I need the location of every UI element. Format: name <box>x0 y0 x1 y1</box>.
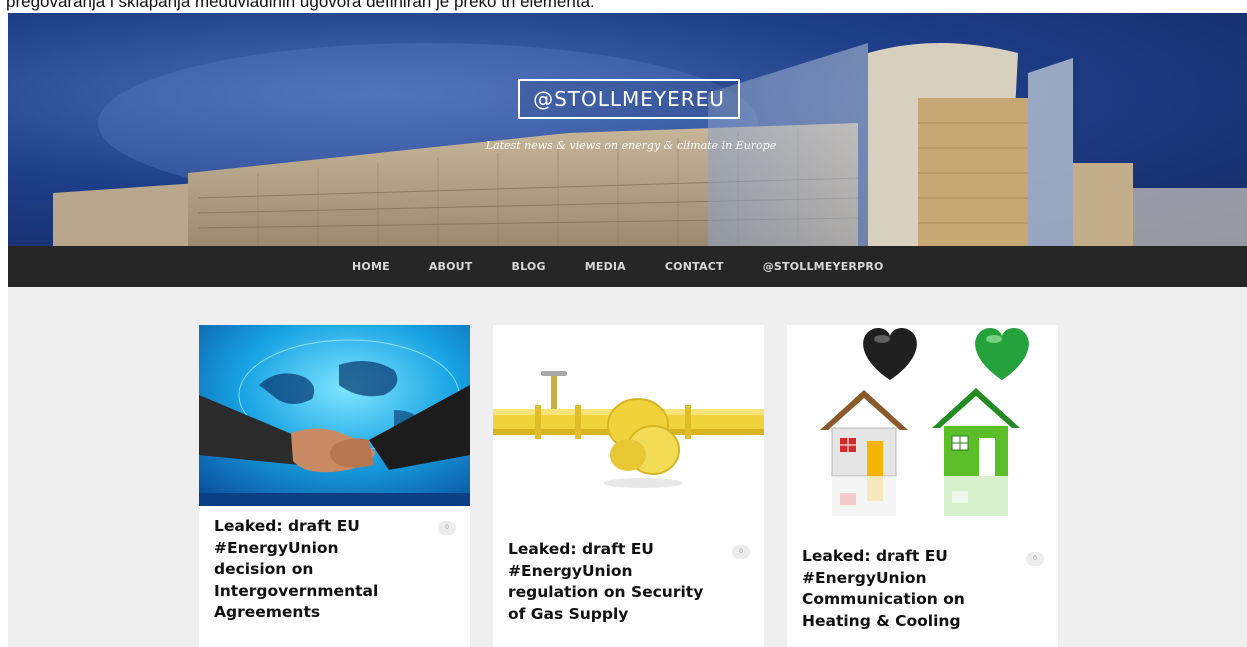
site-frame: @STOLLMEYEREU Latest news & views on ene… <box>8 13 1247 647</box>
site-title-link[interactable]: @STOLLMEYEREU <box>518 79 740 119</box>
post-title[interactable]: Leaked: draft EU #EnergyUnion regulation… <box>508 539 708 625</box>
nav-item-stollmeyerpro[interactable]: @STOLLMEYERPRO <box>763 246 884 287</box>
header-building-image <box>53 43 1247 246</box>
post-card[interactable]: Leaked: draft EU #EnergyUnion decision o… <box>199 325 470 647</box>
nav-item-media[interactable]: MEDIA <box>585 246 626 287</box>
page-top-text: pregovaranja i sklapanja međuvladinih ug… <box>6 0 595 11</box>
nav-item-blog[interactable]: BLOG <box>512 246 546 287</box>
main-nav: HOME ABOUT BLOG MEDIA CONTACT @STOLLMEYE… <box>8 246 1247 287</box>
post-card[interactable]: Leaked: draft EU #EnergyUnion regulation… <box>493 325 764 647</box>
knotted-gas-pipe-image[interactable] <box>493 325 764 530</box>
post-title[interactable]: Leaked: draft EU #EnergyUnion decision o… <box>214 516 414 624</box>
nav-item-contact[interactable]: CONTACT <box>665 246 724 287</box>
nav-item-about[interactable]: ABOUT <box>429 246 473 287</box>
comment-count-bubble[interactable]: 0 <box>732 545 750 559</box>
post-card[interactable]: Leaked: draft EU #EnergyUnion Communicat… <box>787 325 1058 647</box>
houses-hearts-image[interactable] <box>787 325 1058 538</box>
comment-count-bubble[interactable]: 0 <box>438 521 456 535</box>
site-tagline: Latest news & views on energy & climate … <box>485 139 777 152</box>
comment-count-bubble[interactable]: 0 <box>1026 552 1044 566</box>
site-header: @STOLLMEYEREU Latest news & views on ene… <box>8 13 1247 246</box>
nav-item-home[interactable]: HOME <box>352 246 390 287</box>
handshake-globe-image[interactable] <box>199 325 470 506</box>
post-title[interactable]: Leaked: draft EU #EnergyUnion Communicat… <box>802 546 1002 632</box>
